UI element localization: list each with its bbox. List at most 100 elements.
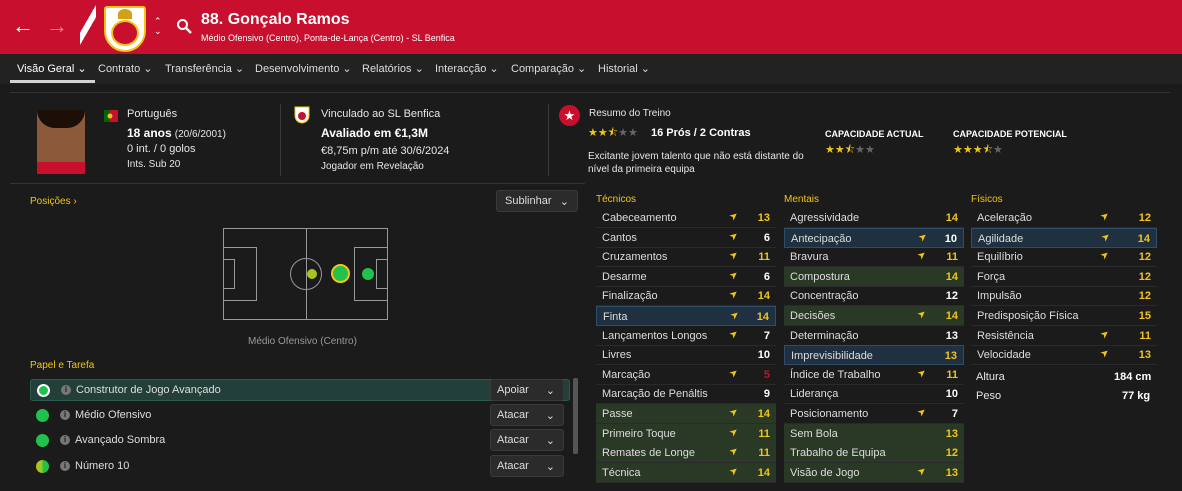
attribute-row[interactable]: Equilíbrio ➤ 12 bbox=[971, 247, 1157, 268]
divider bbox=[548, 104, 549, 176]
roles-scrollbar[interactable] bbox=[573, 378, 578, 454]
attribute-row[interactable]: Agressividade 14 bbox=[784, 208, 964, 228]
attribute-row[interactable]: Compostura 14 bbox=[784, 266, 964, 287]
attribute-row[interactable]: Bravura ➤ 11 bbox=[784, 247, 964, 268]
attribute-row[interactable]: Predisposição Física 15 bbox=[971, 306, 1157, 326]
player-photo bbox=[37, 110, 85, 174]
attribute-row[interactable]: Lançamentos Longos ➤ 7 bbox=[596, 326, 776, 346]
progress-arrow-icon: ➤ bbox=[1099, 230, 1113, 245]
attribute-row[interactable]: Trabalho de Equipa 12 bbox=[784, 443, 964, 464]
attribute-value: 13 bbox=[1138, 349, 1151, 362]
info-icon[interactable]: i bbox=[60, 461, 70, 471]
attribute-row[interactable]: Força 12 bbox=[971, 267, 1157, 287]
attribute-row[interactable]: Aceleração ➤ 12 bbox=[971, 208, 1157, 228]
progress-arrow-icon: ➤ bbox=[727, 229, 741, 244]
attribute-row[interactable]: Concentração 12 bbox=[784, 286, 964, 307]
attribute-row[interactable]: Resistência ➤ 11 bbox=[971, 326, 1157, 346]
attribute-row[interactable]: Liderança 10 bbox=[784, 384, 964, 405]
tab-transferencia[interactable]: Transferência ⌄ bbox=[165, 62, 244, 75]
player-status: Jogador em Revelação bbox=[321, 161, 424, 172]
attribute-name: Equilíbrio bbox=[977, 251, 1023, 264]
attribute-row[interactable]: Antecipação ➤ 10 bbox=[784, 227, 964, 248]
forward-arrow-icon[interactable]: → bbox=[46, 12, 68, 40]
role-row[interactable]: i Construtor de Jogo Avançado bbox=[30, 379, 570, 401]
attribute-row[interactable]: Imprevisibilidade 13 bbox=[784, 345, 964, 366]
attribute-row[interactable]: Desarme ➤ 6 bbox=[596, 267, 776, 287]
attribute-row[interactable]: Livres 10 bbox=[596, 345, 776, 366]
player-switch-icon[interactable]: ⌃ ⌄ bbox=[154, 16, 162, 36]
attribute-row[interactable]: Finta ➤ 14 bbox=[596, 306, 776, 326]
attribute-name: Aceleração bbox=[977, 212, 1033, 224]
active-tab-underline bbox=[10, 80, 95, 83]
attribute-name: Marcação de Penáltis bbox=[602, 388, 708, 401]
progress-arrow-icon: ➤ bbox=[915, 366, 929, 381]
current-ability-stars: ★★⯪★★ bbox=[825, 144, 875, 156]
attribute-name: Força bbox=[977, 270, 1006, 283]
position-dot-cm[interactable] bbox=[307, 269, 317, 279]
attribute-row[interactable]: Remates de Longe ➤ 11 bbox=[596, 443, 776, 464]
progress-arrow-icon: ➤ bbox=[727, 405, 741, 420]
attribute-row[interactable]: Sem Bola 13 bbox=[784, 423, 964, 444]
role-row[interactable]: i Avançado Sombra bbox=[30, 430, 570, 452]
progress-arrow-icon: ➤ bbox=[727, 287, 741, 302]
tab-visao-geral[interactable]: Visão Geral ⌄ bbox=[17, 62, 87, 75]
role-row[interactable]: i Número 10 bbox=[30, 456, 570, 478]
attribute-row[interactable]: Cantos ➤ 6 bbox=[596, 228, 776, 248]
attribute-row[interactable]: Marcação ➤ 5 bbox=[596, 365, 776, 385]
progress-arrow-icon: ➤ bbox=[1098, 346, 1112, 361]
tab-contrato[interactable]: Contrato ⌄ bbox=[98, 62, 152, 75]
attribute-value: 15 bbox=[1138, 310, 1151, 322]
info-icon[interactable]: i bbox=[60, 410, 70, 420]
back-arrow-icon[interactable]: ← bbox=[12, 12, 34, 40]
tab-comparacao[interactable]: Comparação ⌄ bbox=[511, 62, 586, 75]
attribute-row[interactable]: Técnica ➤ 14 bbox=[596, 462, 776, 483]
position-caption: Médio Ofensivo (Centro) bbox=[248, 336, 357, 347]
attribute-value: 12 bbox=[1138, 270, 1151, 283]
player-positions-club[interactable]: Médio Ofensivo (Centro), Ponta-de-Lança … bbox=[201, 33, 455, 43]
duty-dropdown[interactable]: Apoiar ⌄ bbox=[490, 379, 564, 401]
info-icon[interactable]: i bbox=[60, 435, 70, 445]
position-dot-amc[interactable] bbox=[331, 264, 350, 283]
tab-relatorios[interactable]: Relatórios ⌄ bbox=[362, 62, 424, 75]
player-header: ← → ⌃ ⌄ 88. Gonçalo Ramos Médio Ofensivo … bbox=[0, 0, 1182, 54]
progress-arrow-icon: ➤ bbox=[915, 405, 929, 420]
attribute-row[interactable]: Primeiro Toque ➤ 11 bbox=[596, 423, 776, 444]
tab-historial[interactable]: Historial ⌄ bbox=[598, 62, 650, 75]
attribute-row[interactable]: Agilidade ➤ 14 bbox=[971, 227, 1157, 248]
info-icon[interactable]: i bbox=[61, 385, 71, 395]
attribute-row[interactable]: Determinação 13 bbox=[784, 326, 964, 346]
attribute-row[interactable]: Posicionamento ➤ 7 bbox=[784, 404, 964, 424]
tab-desenvolvimento[interactable]: Desenvolvimento ⌄ bbox=[255, 62, 352, 75]
attribute-name: Resistência bbox=[977, 329, 1034, 342]
attribute-row[interactable]: Impulsão 12 bbox=[971, 286, 1157, 307]
attribute-name: Decisões bbox=[790, 310, 836, 322]
attribute-value: 14 bbox=[945, 310, 958, 322]
attribute-row[interactable]: Cabeceamento ➤ 13 bbox=[596, 208, 776, 228]
attribute-row[interactable]: Índice de Trabalho ➤ 11 bbox=[784, 365, 964, 385]
progress-arrow-icon: ➤ bbox=[727, 268, 741, 283]
attribute-name: Posicionamento bbox=[790, 408, 869, 420]
position-dot-st[interactable] bbox=[362, 268, 374, 280]
attribute-name: Impulsão bbox=[977, 290, 1022, 303]
tab-interaccao[interactable]: Interacção ⌄ bbox=[435, 62, 499, 75]
search-icon[interactable] bbox=[176, 18, 192, 34]
attribute-row[interactable]: Finalização ➤ 14 bbox=[596, 286, 776, 307]
attribute-row[interactable]: Passe ➤ 14 bbox=[596, 404, 776, 424]
role-row[interactable]: i Médio Ofensivo bbox=[30, 405, 570, 427]
attribute-row[interactable]: Marcação de Penáltis 9 bbox=[596, 384, 776, 405]
duty-dropdown[interactable]: Atacar ⌄ bbox=[490, 404, 564, 426]
positions-title[interactable]: Posições › bbox=[30, 196, 77, 207]
attribute-name: Trabalho de Equipa bbox=[790, 447, 886, 460]
attribute-row[interactable]: Cruzamentos ➤ 11 bbox=[596, 247, 776, 268]
attribute-row[interactable]: Visão de Jogo ➤ 13 bbox=[784, 462, 964, 483]
attribute-name: Visão de Jogo bbox=[790, 466, 860, 479]
attribute-name: Técnica bbox=[602, 466, 641, 479]
highlight-dropdown[interactable]: Sublinhar ⌄ bbox=[496, 190, 578, 212]
attribute-row[interactable]: Decisões ➤ 14 bbox=[784, 306, 964, 326]
duty-dropdown[interactable]: Atacar ⌄ bbox=[490, 455, 564, 477]
attribute-name: Desarme bbox=[602, 270, 647, 283]
attribute-row[interactable]: Velocidade ➤ 13 bbox=[971, 345, 1157, 366]
duty-dropdown[interactable]: Atacar ⌄ bbox=[490, 429, 564, 451]
attribute-value: 13 bbox=[944, 350, 957, 363]
attribute-name: Determinação bbox=[790, 329, 859, 342]
